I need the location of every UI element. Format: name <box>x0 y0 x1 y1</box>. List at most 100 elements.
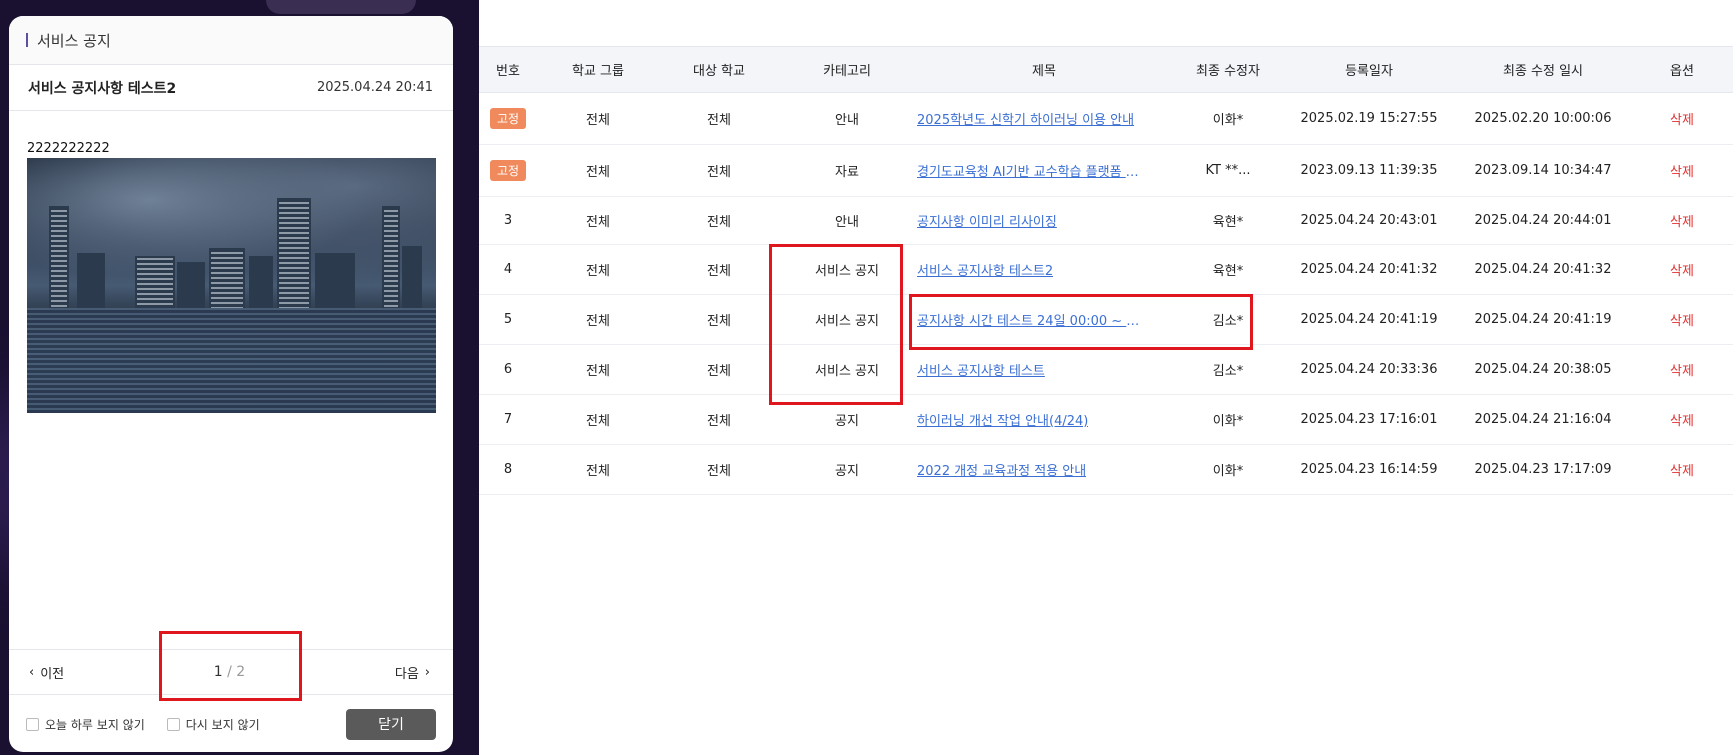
editor-name: 김소* <box>1212 314 1244 329</box>
notice-body: 2222222222 <box>9 111 453 413</box>
cell-editor: KT **... <box>1173 145 1283 197</box>
table-row[interactable]: 3 전체 전체 안내 공지사항 이미리 리사이징 육현* 2025.04.24 20:43:… <box>479 197 1733 245</box>
cell-modified: 2023.09.14 10:34:47 <box>1474 163 1612 178</box>
table-row[interactable]: 고정 전체 전체 안내 2025학년도 신학기 하이러닝 이용 안내 이화* 2025.02… <box>479 93 1733 145</box>
image-building <box>402 246 422 311</box>
cell-school: 전체 <box>707 264 731 279</box>
row-number: 5 <box>503 312 513 327</box>
col-header-school: 대상 학교 <box>693 64 745 79</box>
col-header-editor: 최종 수정자 <box>1196 64 1260 79</box>
prev-button[interactable]: ‹ 이전 <box>29 663 64 682</box>
next-label: 다음 <box>394 666 419 682</box>
cell-registered: 2025.04.23 16:14:59 <box>1300 462 1438 477</box>
cell-registered: 2025.04.24 20:33:36 <box>1300 362 1438 377</box>
cell-category: 공지 <box>835 464 859 479</box>
notice-title: 서비스 공지사항 테스트2 <box>28 80 177 97</box>
table-row[interactable]: 8 전체 전체 공지 2022 개정 교육과정 적용 안내 이화* 2025.04.23 1… <box>479 445 1733 495</box>
notice-title-link[interactable]: 2022 개정 교육과정 적용 안내 <box>917 460 1086 479</box>
page-current: 1 <box>213 664 223 680</box>
table-row[interactable]: 고정 전체 전체 자료 경기도교육청 AI기반 교수학습 플랫폼 하이러닝 KT **..… <box>479 145 1733 197</box>
cell-school: 전체 <box>707 364 731 379</box>
cell-school: 전체 <box>707 314 731 329</box>
notice-date: 2025.04.24 20:41 <box>316 80 433 95</box>
delete-link[interactable]: 삭제 <box>1670 113 1694 128</box>
cell-editor: 이화* <box>1173 93 1283 145</box>
image-water <box>27 308 436 413</box>
cell-no: 4 <box>479 245 537 295</box>
delete-link[interactable]: 삭제 <box>1670 314 1694 329</box>
cell-editor: 김소* <box>1173 295 1283 345</box>
cell-group: 전체 <box>586 215 610 230</box>
cell-modified: 2025.02.20 10:00:06 <box>1474 111 1612 126</box>
image-building <box>249 256 273 311</box>
hide-today-label: 오늘 하루 보지 않기 <box>45 717 145 732</box>
col-header-no: 번호 <box>496 64 520 79</box>
col-header-modified: 최종 수정 일시 <box>1502 64 1584 79</box>
never-show-label: 다시 보지 않기 <box>185 717 260 732</box>
delete-link[interactable]: 삭제 <box>1670 364 1694 379</box>
cell-group: 전체 <box>586 414 610 429</box>
image-building <box>315 253 355 311</box>
editor-name: 육현* <box>1212 264 1244 279</box>
cell-title: 2022 개정 교육과정 적용 안내 <box>915 445 1173 495</box>
cell-editor: 육현* <box>1173 197 1283 245</box>
cell-modified: 2025.04.24 20:41:19 <box>1474 312 1612 327</box>
modal-pager: ‹ 이전 1 / 2 다음 › <box>9 649 453 695</box>
cell-option: 삭제 <box>1631 245 1733 295</box>
delete-link[interactable]: 삭제 <box>1670 215 1694 230</box>
close-button[interactable]: 닫기 <box>346 708 436 740</box>
cell-modified: 2025.04.24 20:41:32 <box>1474 262 1612 277</box>
cell-title: 서비스 공지사항 테스트 <box>915 345 1173 395</box>
delete-link[interactable]: 삭제 <box>1670 414 1694 429</box>
notice-title-link[interactable]: 서비스 공지사항 테스트2 <box>917 260 1053 279</box>
notice-title-link[interactable]: 2025학년도 신학기 하이러닝 이용 안내 <box>917 109 1134 128</box>
table-row[interactable]: 6 전체 전체 서비스 공지 서비스 공지사항 테스트 김소* 2025.04.24 20:… <box>479 345 1733 395</box>
cell-title: 서비스 공지사항 테스트2 <box>915 245 1173 295</box>
cell-title: 하이러닝 개선 작업 안내(4/24) <box>915 395 1173 445</box>
header-accent-bar <box>26 33 28 47</box>
table-row[interactable]: 5 전체 전체 서비스 공지 공지사항 시간 테스트 24일 00:00 ~ 23:00… <box>479 295 1733 345</box>
cell-school: 전체 <box>707 165 731 180</box>
chevron-left-icon: ‹ <box>29 664 35 680</box>
table-row[interactable]: 7 전체 전체 공지 하이러닝 개선 작업 안내(4/24) 이화* 2025.04.23 … <box>479 395 1733 445</box>
modal-footer: 오늘 하루 보지 않기 다시 보지 않기 닫기 <box>9 696 453 752</box>
notice-title-link[interactable]: 경기도교육청 AI기반 교수학습 플랫폼 하이러닝 <box>917 161 1142 180</box>
next-button[interactable]: 다음 › <box>395 663 430 682</box>
cell-no: 3 <box>479 197 537 245</box>
cell-category: 안내 <box>835 215 859 230</box>
row-number: 7 <box>503 412 513 427</box>
cell-registered: 2025.04.24 20:43:01 <box>1300 213 1438 228</box>
delete-link[interactable]: 삭제 <box>1670 165 1694 180</box>
never-show-checkbox[interactable]: 다시 보지 않기 <box>166 716 260 733</box>
cell-modified: 2025.04.23 17:17:09 <box>1474 462 1612 477</box>
cell-option: 삭제 <box>1631 93 1733 145</box>
cell-registered: 2025.04.23 17:16:01 <box>1300 412 1438 427</box>
notice-title-bar: 서비스 공지사항 테스트2 2025.04.24 20:41 <box>9 65 453 111</box>
editor-name: 육현* <box>1212 215 1244 230</box>
cell-no: 고정 <box>479 93 537 145</box>
delete-link[interactable]: 삭제 <box>1670 264 1694 279</box>
table-body: 고정 전체 전체 안내 2025학년도 신학기 하이러닝 이용 안내 이화* 2025.02… <box>479 93 1733 495</box>
image-building-lights <box>279 202 309 308</box>
image-building <box>77 253 105 311</box>
table-row[interactable]: 4 전체 전체 서비스 공지 서비스 공지사항 테스트2 육현* 2025.04.24 20… <box>479 245 1733 295</box>
notice-title-link[interactable]: 서비스 공지사항 테스트 <box>917 360 1045 379</box>
editor-name: 이화* <box>1212 414 1244 429</box>
notice-title-link[interactable]: 공지사항 시간 테스트 24일 00:00 ~ 23:00 <box>917 310 1142 329</box>
notice-title-link[interactable]: 하이러닝 개선 작업 안내(4/24) <box>917 410 1088 429</box>
notice-table-container: 번호 학교 그룹 대상 학교 카테고리 제목 최종 수정자 등록일자 최종 수정… <box>479 46 1733 495</box>
image-building-lights <box>51 210 67 308</box>
checkbox-icon <box>166 717 180 731</box>
notice-body-text: 2222222222 <box>27 141 110 156</box>
notice-title-link[interactable]: 공지사항 이미리 리사이징 <box>917 211 1057 230</box>
cell-school: 전체 <box>707 215 731 230</box>
col-header-option: 옵션 <box>1670 64 1694 79</box>
hide-today-checkbox[interactable]: 오늘 하루 보지 않기 <box>26 716 145 733</box>
table-header-row: 번호 학교 그룹 대상 학교 카테고리 제목 최종 수정자 등록일자 최종 수정… <box>479 46 1733 93</box>
row-number: 6 <box>503 362 513 377</box>
delete-link[interactable]: 삭제 <box>1670 464 1694 479</box>
image-building-lights <box>211 252 243 308</box>
notice-image <box>27 158 436 413</box>
image-building-lights <box>137 258 173 308</box>
col-header-group: 학교 그룹 <box>572 64 624 79</box>
